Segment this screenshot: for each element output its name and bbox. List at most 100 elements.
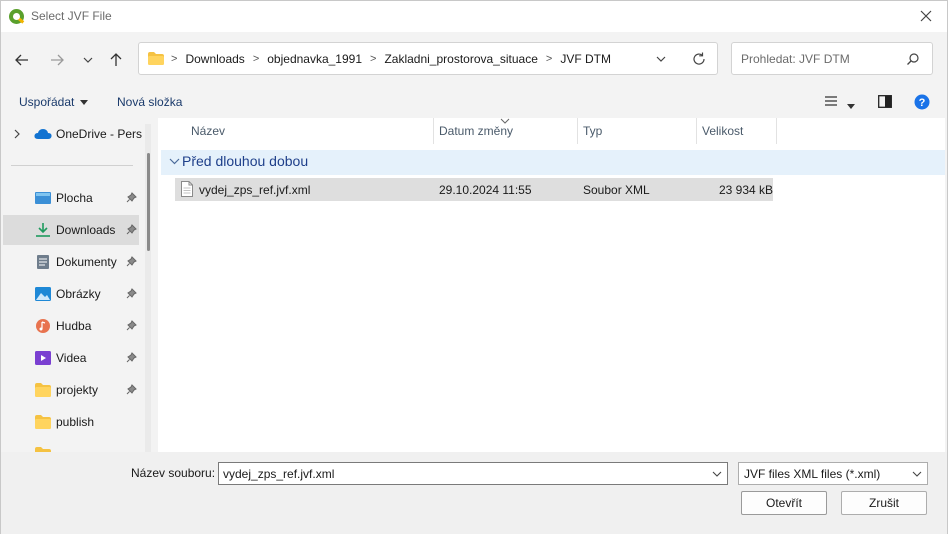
video-icon [35,351,51,365]
breadcrumb-item[interactable]: objednavka_1991 [267,52,362,66]
chevron-right-icon[interactable] [13,129,21,139]
picture-icon [35,287,51,301]
navigation-bar: > Downloads > objednavka_1991 > Zakladni… [1,32,947,87]
breadcrumb-item[interactable]: Zakladni_prostorova_situace [384,52,537,66]
sidebar-item-label: Dokumenty [56,255,117,269]
pin-icon[interactable] [126,192,137,203]
help-button[interactable]: ? [914,94,930,113]
search-icon [907,53,919,65]
new-folder-button[interactable]: Nová složka [117,95,182,109]
breadcrumb: > Downloads > objednavka_1991 > Zakladni… [171,52,611,66]
sidebar-item-videa[interactable]: Videa [3,343,139,373]
divider [11,165,133,166]
arrow-right-icon [51,54,64,66]
sidebar-item-label: Obrázky [56,287,101,301]
window-title: Select JVF File [31,9,112,23]
sidebar-item-label: Videa [56,351,87,365]
close-button[interactable] [913,5,939,27]
search-input[interactable]: Prohledat: JVF DTM [731,42,933,75]
sidebar-item-label: Plocha [56,191,93,205]
navpane-scrollbar-thumb[interactable] [147,153,150,251]
music-icon [36,319,50,333]
file-dialog-window: Select JVF File > Downloads > objednavka… [0,0,948,534]
sidebar-item-onedrive[interactable]: OneDrive - Pers [3,119,143,149]
chevron-down-icon [912,471,922,477]
command-bar: Uspořádat Nová složka ? [1,87,947,117]
column-separator[interactable] [776,118,777,144]
sidebar-item-dokumenty[interactable]: Dokumenty [3,247,139,277]
table-row[interactable]: vydej_zps_ref.jvf.xml 29.10.2024 11:55 S… [175,178,773,201]
filename-label: Název souboru: [131,466,216,480]
pin-icon[interactable] [126,320,137,331]
sidebar-item-publish[interactable]: publish [3,407,139,437]
sidebar-item-label: projekty [56,383,99,397]
view-options-button[interactable] [824,95,838,110]
filetype-select[interactable]: JVF files XML files (*.xml) [738,462,928,485]
open-button[interactable]: Otevřít [741,491,827,515]
file-size: 23 934 kB [719,183,774,197]
sidebar-item-label: OneDrive - Pers [56,127,143,141]
pin-icon[interactable] [126,224,137,235]
close-icon [920,10,932,22]
sidebar-item-label: Downloads [56,223,116,237]
breadcrumb-chevron-icon[interactable]: > [370,53,376,65]
help-icon: ? [914,94,930,110]
pin-icon[interactable] [126,384,137,395]
file-list: Název Datum změny Typ Velikost Před dlou… [158,118,945,452]
sidebar-item-obrazky[interactable]: Obrázky [3,279,139,309]
pin-icon[interactable] [126,288,137,299]
cancel-button[interactable]: Zrušit [841,491,927,515]
list-view-icon [825,96,837,106]
chevron-down-icon[interactable] [712,470,722,478]
title-bar: Select JVF File [1,1,947,32]
back-button[interactable] [11,49,33,71]
filename-input[interactable]: vydej_zps_ref.jvf.xml [218,462,728,485]
qgis-app-icon [9,9,24,24]
filetype-value: JVF files XML files (*.xml) [744,467,881,481]
group-header[interactable]: Před dlouhou dobou [161,150,945,175]
breadcrumb-chevron-icon[interactable]: > [253,53,259,65]
sidebar-item-projekty[interactable]: projekty [3,375,139,405]
breadcrumb-item[interactable]: Downloads [185,52,244,66]
document-icon [37,255,49,269]
file-date: 29.10.2024 11:55 [439,183,532,197]
filename-value: vydej_zps_ref.jvf.xml [223,467,335,481]
column-header-label: Velikost [702,124,744,138]
group-label: Před dlouhou dobou [182,153,309,169]
chevron-down-icon [83,57,93,63]
search-placeholder: Prohledat: JVF DTM [741,52,850,66]
sidebar-item-hudba[interactable]: Hudba [3,311,139,341]
address-bar[interactable]: > Downloads > objednavka_1991 > Zakladni… [138,42,718,75]
breadcrumb-item[interactable]: JVF DTM [560,52,611,66]
file-type: Soubor XML [583,183,650,197]
sidebar-item-label: publish [56,415,95,429]
navigation-pane: OneDrive - Pers Plocha Downloads Dokumen… [1,118,156,452]
folder-icon [35,415,51,429]
caret-down-icon [80,100,89,106]
view-dropdown-button[interactable] [847,99,855,113]
organize-menu-button[interactable]: Uspořádat [19,95,89,109]
column-header-type[interactable]: Typ [577,118,696,144]
preview-pane-icon [878,95,892,108]
preview-pane-button[interactable] [878,95,892,111]
breadcrumb-chevron-icon[interactable]: > [546,53,552,65]
refresh-icon[interactable] [691,51,707,67]
file-name: vydej_zps_ref.jvf.xml [199,183,311,197]
sidebar-item-plocha[interactable]: Plocha [3,183,139,213]
chevron-down-icon [169,158,180,165]
dialog-footer: Název souboru: vydej_zps_ref.jvf.xml JVF… [1,452,947,534]
sort-chevron-icon [500,118,510,124]
up-button[interactable] [105,49,127,71]
forward-button[interactable] [46,49,68,71]
column-header-name[interactable]: Název [185,118,433,144]
organize-label: Uspořádat [19,95,75,109]
pin-icon[interactable] [126,352,137,363]
sidebar-item-partial[interactable] [3,439,139,452]
address-dropdown-icon[interactable] [655,53,667,65]
recent-locations-button[interactable] [77,49,99,71]
column-header-size[interactable]: Velikost [696,118,776,144]
folder-icon [35,383,51,397]
pin-icon[interactable] [126,256,137,267]
sidebar-item-downloads[interactable]: Downloads [3,215,139,245]
desktop-icon [35,192,51,204]
